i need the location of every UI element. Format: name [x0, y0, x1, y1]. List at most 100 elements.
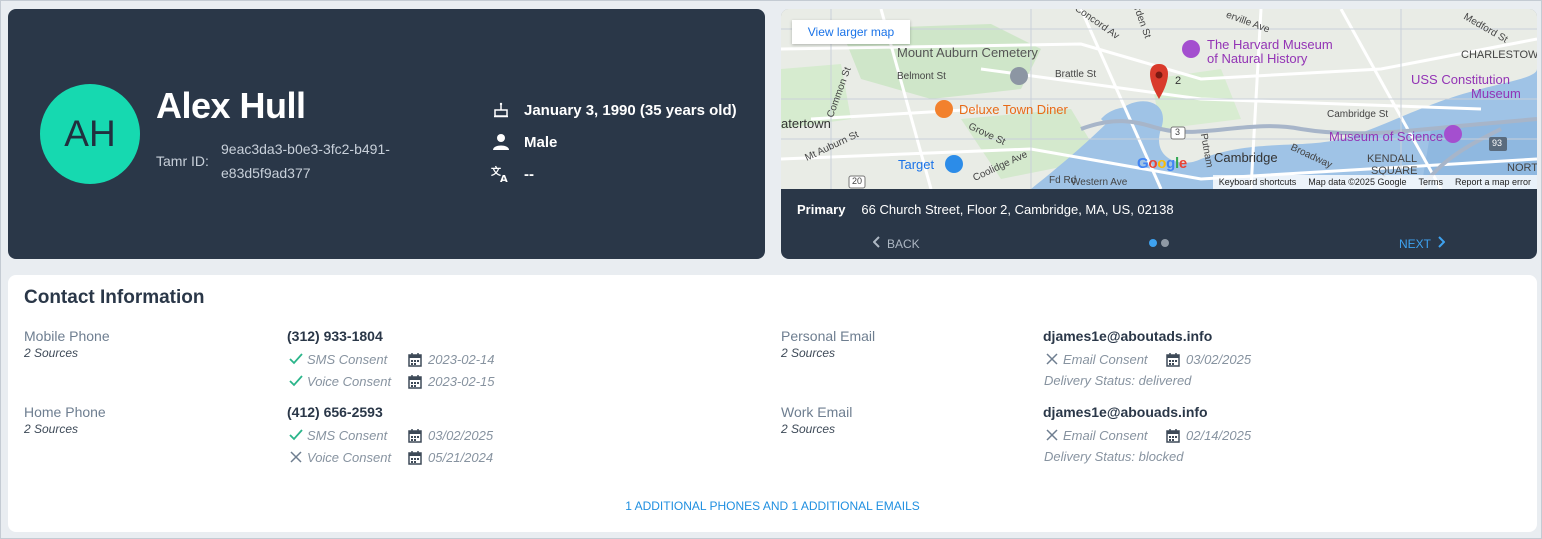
- birthdate-row: January 3, 1990 (35 years old): [490, 99, 737, 121]
- x-icon: [1045, 428, 1059, 442]
- address-card: View larger map Mount Auburn Cemetery Th…: [781, 9, 1537, 259]
- pager-dot[interactable]: [1161, 239, 1169, 247]
- map-street-brattle: Brattle St: [1055, 69, 1097, 80]
- calendar-icon: [407, 351, 423, 367]
- home-phone-sources[interactable]: 2 Sources: [24, 422, 78, 436]
- consent-label: Email Consent: [1063, 351, 1148, 367]
- gender-row: Male: [490, 131, 557, 153]
- personal-email-value: djames1e@aboutads.info: [1043, 328, 1213, 344]
- consent-date: 03/02/2025: [428, 427, 494, 443]
- personal-email-consent: Email Consent 03/02/2025: [1045, 351, 1251, 367]
- consent-label: Voice Consent: [307, 449, 392, 465]
- home-sms-consent: SMS Consent 03/02/2025: [289, 427, 493, 443]
- pager-dots: [1149, 239, 1169, 247]
- contact-title: Contact Information: [24, 287, 205, 308]
- work-email-delivery: Delivery Status: blocked: [1044, 449, 1184, 464]
- map-label-uss-2: Museum: [1471, 86, 1521, 101]
- consent-date: 2023-02-14: [428, 351, 495, 367]
- mobile-phone-sources[interactable]: 2 Sources: [24, 346, 78, 360]
- work-email-value: djames1e@abouads.info: [1043, 404, 1208, 420]
- calendar-icon: [1165, 351, 1181, 367]
- back-button[interactable]: BACK: [872, 236, 920, 251]
- map-route-3: 3: [1175, 127, 1181, 137]
- person-icon: [490, 131, 512, 153]
- map-street-belmont: Belmont St: [897, 71, 946, 82]
- profile-card: AH Alex Hull Tamr ID: 9eac3da3-b0e3-3fc2…: [8, 9, 765, 259]
- x-icon: [289, 450, 303, 464]
- calendar-icon: [407, 449, 423, 465]
- svg-text:A: A: [500, 174, 508, 183]
- map-attribution: Keyboard shortcuts Map data ©2025 Google…: [1212, 175, 1537, 189]
- personal-email-label: Personal Email: [781, 328, 876, 344]
- address-row: Primary 66 Church Street, Floor 2, Cambr…: [797, 202, 1174, 217]
- next-button[interactable]: NEXT: [1399, 236, 1446, 251]
- calendar-icon: [1165, 427, 1181, 443]
- address-value: 66 Church Street, Floor 2, Cambridge, MA…: [861, 202, 1174, 217]
- language-text: --: [524, 165, 534, 183]
- map-route-93: 93: [1492, 138, 1503, 148]
- consent-date: 2023-02-15: [428, 373, 495, 389]
- calendar-icon: [407, 373, 423, 389]
- map-route-20: 20: [852, 176, 863, 186]
- mobile-phone-label: Mobile Phone: [24, 328, 110, 344]
- language-row: 文A --: [490, 163, 534, 185]
- consent-label: Voice Consent: [307, 373, 392, 389]
- contact-information-card: Contact Information Mobile Phone 2 Sourc…: [8, 275, 1537, 532]
- check-icon: [289, 374, 303, 388]
- map-label-watertown: atertown: [781, 116, 831, 131]
- consent-date: 02/14/2025: [1186, 427, 1252, 443]
- map-data-text: Map data ©2025 Google: [1308, 177, 1407, 187]
- next-label: NEXT: [1399, 236, 1432, 251]
- map-label-north: NORT: [1507, 162, 1537, 174]
- back-label: BACK: [887, 236, 920, 251]
- map-label-cambridge: Cambridge: [1214, 150, 1278, 165]
- gender-text: Male: [524, 133, 558, 151]
- work-email-consent: Email Consent 02/14/2025: [1045, 427, 1251, 443]
- map-view[interactable]: View larger map Mount Auburn Cemetery Th…: [781, 9, 1537, 189]
- additional-contacts-link[interactable]: 1 ADDITIONAL PHONES AND 1 ADDITIONAL EMA…: [8, 499, 1537, 513]
- calendar-icon: [407, 427, 423, 443]
- check-icon: [289, 352, 303, 366]
- map-label-uss-1: USS Constitution: [1411, 72, 1510, 87]
- consent-label: Email Consent: [1063, 427, 1148, 443]
- avatar: AH: [40, 84, 140, 184]
- map-label-charlestown: CHARLESTOWN: [1461, 49, 1537, 61]
- mobile-sms-consent: SMS Consent 2023-02-14: [289, 351, 495, 367]
- google-logo: Google: [1137, 155, 1187, 172]
- x-icon: [1045, 352, 1059, 366]
- tamr-id-value: 9eac3da3-b0e3-3fc2-b491-e83d5f9ad377: [221, 141, 390, 181]
- tamr-id-label: Tamr ID:: [156, 153, 209, 169]
- report-error-link[interactable]: Report a map error: [1455, 177, 1531, 187]
- work-email-label: Work Email: [781, 404, 853, 420]
- map-label-mount-auburn: Mount Auburn Cemetery: [897, 45, 1038, 60]
- profile-name: Alex Hull: [156, 85, 306, 126]
- work-email-sources[interactable]: 2 Sources: [781, 422, 835, 436]
- map-label-kendall-1: KENDALL: [1367, 153, 1418, 165]
- address-type: Primary: [797, 202, 846, 217]
- birthday-cake-icon: [490, 99, 512, 121]
- map-label-museum-of-science: Museum of Science: [1329, 129, 1444, 144]
- map-street-western: Western Ave: [1071, 177, 1128, 188]
- personal-email-sources[interactable]: 2 Sources: [781, 346, 835, 360]
- keyboard-shortcuts-link[interactable]: Keyboard shortcuts: [1219, 177, 1297, 187]
- map-label-harvard-museum-2: of Natural History: [1207, 51, 1308, 66]
- terms-link[interactable]: Terms: [1418, 177, 1443, 187]
- consent-label: SMS Consent: [307, 351, 388, 367]
- pager-dot-active[interactable]: [1149, 239, 1157, 247]
- check-icon: [289, 428, 303, 442]
- view-larger-map-link[interactable]: View larger map: [792, 20, 910, 44]
- home-phone-label: Home Phone: [24, 404, 106, 420]
- chevron-left-icon: [872, 236, 881, 251]
- consent-date: 03/02/2025: [1186, 351, 1252, 367]
- mobile-voice-consent: Voice Consent 2023-02-15: [289, 373, 495, 389]
- map-label-harvard-museum-1: The Harvard Museum: [1207, 37, 1333, 52]
- map-street-cambridge: Cambridge St: [1327, 109, 1389, 120]
- personal-email-delivery: Delivery Status: delivered: [1044, 373, 1192, 388]
- consent-label: SMS Consent: [307, 427, 388, 443]
- chevron-right-icon: [1437, 236, 1446, 251]
- home-voice-consent: Voice Consent 05/21/2024: [289, 449, 493, 465]
- birthdate-text: January 3, 1990 (35 years old): [524, 101, 737, 119]
- map-label-deluxe: Deluxe Town Diner: [959, 102, 1068, 117]
- mobile-phone-value: (312) 933-1804: [287, 328, 383, 344]
- home-phone-value: (412) 656-2593: [287, 404, 383, 420]
